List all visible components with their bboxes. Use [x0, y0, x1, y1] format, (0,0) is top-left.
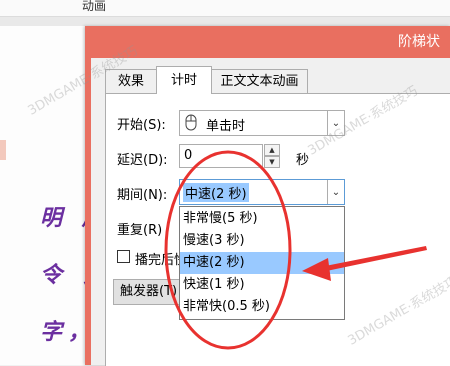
- mouse-icon: [185, 114, 197, 131]
- annotation-ellipse: [164, 150, 292, 350]
- arrow-annotation-icon: [302, 246, 427, 281]
- dialog-title: 阶梯状: [398, 34, 440, 50]
- slide-accent-mark: [0, 140, 6, 160]
- rewind-checkbox[interactable]: [117, 250, 130, 263]
- ribbon-strip: [0, 0, 450, 17]
- dialog-title-bar[interactable]: 阶梯状: [85, 26, 450, 58]
- ribbon-tab-animation[interactable]: 动画: [82, 0, 106, 14]
- annotation-overlay: [164, 150, 427, 350]
- tab-text-animation[interactable]: 正文文本动画: [211, 69, 308, 93]
- start-label: 开始(S):: [117, 118, 166, 133]
- start-value: 单击时: [206, 119, 246, 134]
- tab-timing[interactable]: 计时: [156, 66, 212, 94]
